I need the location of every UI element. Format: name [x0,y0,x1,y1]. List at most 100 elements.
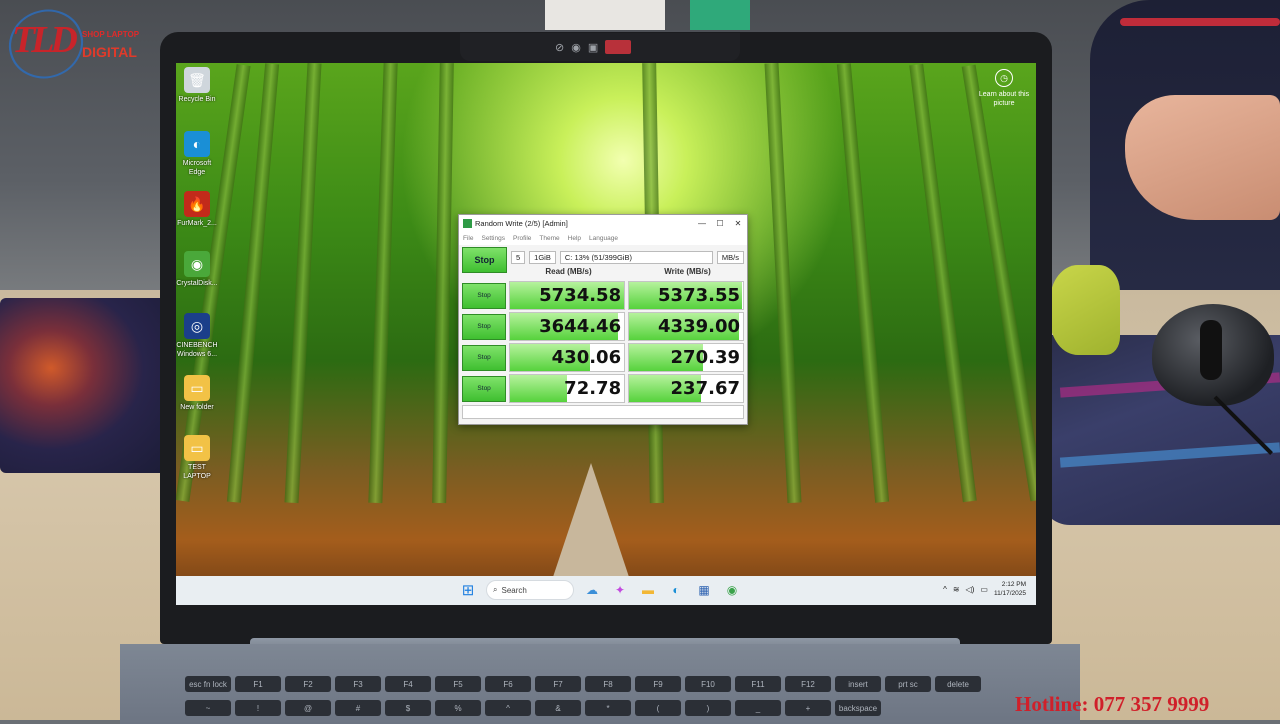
app-icon [463,219,472,228]
desktop-shortcut[interactable]: ◐ Microsoft Edge [176,131,218,177]
keyboard-key: F7 [535,676,581,692]
desktop-shortcut[interactable]: 🗑 Recycle Bin [176,67,218,104]
desk-mat-left [0,298,170,473]
keyboard-key: _ [735,700,781,716]
keyboard-key: F6 [485,676,531,692]
tray-chevron-icon[interactable]: ^ [943,585,947,594]
logo-subtitle: DIGITAL [82,44,137,60]
close-button[interactable]: ✕ [729,219,747,228]
keyboard-key: backspace [835,700,881,716]
background-box [545,0,665,30]
cinebench-icon: ◎ [184,313,210,339]
write-value: 5373.55 [658,285,740,306]
menu-item-file[interactable]: File [463,235,473,242]
read-result-cell: 3644.46 [509,312,626,341]
unit-select[interactable]: MB/s [716,250,744,264]
row-stop-button[interactable]: Stop [462,282,507,309]
green-cloth [1050,265,1120,355]
wifi-icon[interactable]: ≋ [953,585,960,594]
wallpaper-bamboo [764,63,802,504]
keyboard-key: F11 [735,676,781,692]
edge-icon[interactable]: ◐ [666,580,686,600]
write-header: Write (MB/s) [664,267,711,276]
menu-item-help[interactable]: Help [568,235,581,242]
keyboard-key: F4 [385,676,431,692]
keyboard-key: F12 [785,676,831,692]
taskbar-search[interactable]: ⌕ Search [486,580,574,600]
test-toolbar: Stop 5 1GiB C: 13% (51/399GiB) MB/s [459,245,747,273]
test-size-select[interactable]: 1GiB [529,250,556,264]
menu-item-profile[interactable]: Profile [513,235,531,242]
keyboard-key: ( [635,700,681,716]
write-value: 270.39 [670,347,740,368]
menu-item-settings[interactable]: Settings [481,235,505,242]
edge-icon: ◐ [184,131,210,157]
minimize-button[interactable]: — [693,219,711,228]
write-result-cell: 237.67 [628,374,744,403]
widgets-icon[interactable]: ☁ [582,580,602,600]
desktop-shortcut-label: FurMark_2... [177,220,217,227]
start-windows-icon[interactable]: ⊞ [458,580,478,600]
read-result-cell: 72.78 [509,374,626,403]
results-table: Stop 5734.58 5373.55 Stop 3644.46 4339.00 Stop… [459,281,747,403]
keyboard-key: esc fn lock [185,676,231,692]
recycle-bin-icon: 🗑 [184,67,210,93]
battery-icon[interactable]: ▭ [980,585,988,594]
desktop-shortcut-label: New folder [180,404,214,411]
store-icon[interactable]: ▦ [694,580,714,600]
desktop-shortcut-label: TEST LAPTOP [183,464,211,480]
keyboard-key: insert [835,676,881,692]
webcam-bar: ⊘ ◉ ▣ [555,38,683,56]
mouse-wheel [1200,320,1222,380]
clock-date: 11/17/2025 [993,590,1026,597]
desktop-shortcut-label: Recycle Bin [178,96,216,103]
row-stop-button[interactable]: Stop [462,344,507,371]
read-value: 3644.46 [539,316,622,337]
keyboard-key: ^ [485,700,531,716]
desktop-shortcut[interactable]: ▭ New folder [176,375,218,412]
learn-about-picture[interactable]: ◷ Learn about this picture [978,69,1030,108]
clock-time: 2:12 PM [1001,581,1026,588]
keyboard-key: prt sc [885,676,931,692]
keyboard-key: F10 [685,676,731,692]
row-stop-button[interactable]: Stop [462,375,507,402]
keyboard-key: ~ [185,700,231,716]
maximize-button[interactable]: ☐ [711,219,729,228]
menu-item-theme[interactable]: Theme [539,235,559,242]
keyboard-key: F1 [235,676,281,692]
window-title: Random Write (2/5) [Admin] [475,219,568,228]
taskbar-center: ⊞ ⌕ Search ☁ ✦ ▬ ◐ ▦ ◉ [458,580,742,600]
wallpaper-bamboo [368,63,398,504]
row-stop-button[interactable]: Stop [462,313,507,340]
read-result-cell: 5734.58 [509,281,626,310]
desktop-shortcut[interactable]: ◉ CrystalDisk... [176,251,218,288]
crystaldisk-icon[interactable]: ◉ [722,580,742,600]
keyboard-key: % [435,700,481,716]
result-row: Stop 430.06 270.39 [462,343,744,372]
furmark-icon: 🔥 [184,191,210,217]
test-count-select[interactable]: 5 [511,250,526,264]
shop-logo: TLD SHOP LAPTOP DIGITAL [0,0,152,89]
keyboard-key: F2 [285,676,331,692]
drive-select[interactable]: C: 13% (51/399GiB) [559,250,713,264]
logo-tagline: SHOP LAPTOP [82,30,140,39]
volume-icon[interactable]: ◁) [966,585,975,594]
crystaldiskmark-window[interactable]: Random Write (2/5) [Admin] — ☐ ✕ File Set… [458,214,748,425]
search-icon: ⌕ [493,585,498,594]
keyboard-key: ) [685,700,731,716]
keyboard-key: $ [385,700,431,716]
desktop-shortcut[interactable]: ◎ CINEBENCH Windows 6... [176,313,218,359]
all-stop-button[interactable]: Stop [462,247,507,273]
keyboard-key: & [535,700,581,716]
window-titlebar[interactable]: Random Write (2/5) [Admin] — ☐ ✕ [459,215,747,232]
menu-item-language[interactable]: Language [589,235,618,242]
taskbar-clock[interactable]: 2:12 PM 11/17/2025 [994,580,1026,598]
keyboard-key: * [585,700,631,716]
desktop-shortcut[interactable]: ▭ TEST LAPTOP [176,435,218,481]
folder-icon: ▭ [184,435,210,461]
file-explorer-icon[interactable]: ▬ [638,580,658,600]
copilot-icon[interactable]: ✦ [610,580,630,600]
desktop-shortcut[interactable]: 🔥 FurMark_2... [176,191,218,228]
desktop-shortcut-label: CrystalDisk... [176,280,218,287]
write-result-cell: 270.39 [628,343,744,372]
